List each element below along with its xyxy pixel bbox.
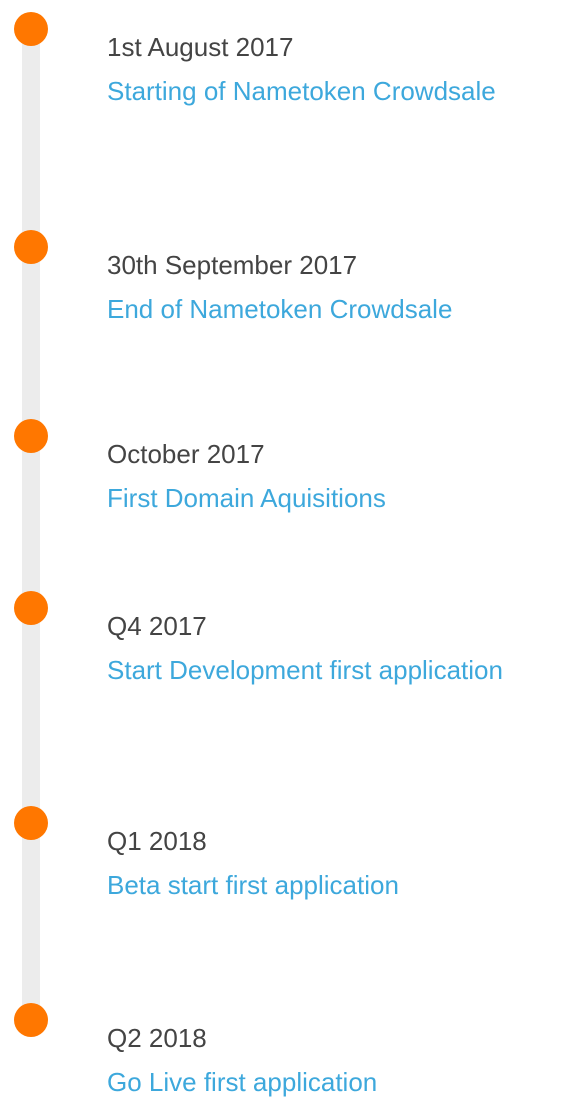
milestone-date: 1st August 2017 [107,32,294,62]
milestone-item: Q4 2017 Start Development first applicat… [0,591,576,685]
milestone-item: October 2017 First Domain Aquisitions [0,419,576,513]
milestone-date: Q1 2018 [107,826,207,856]
milestone-item: Q2 2018 Go Live first application [0,1003,576,1097]
milestone-description: First Domain Aquisitions [107,483,386,513]
roadmap-timeline: 1st August 2017 Starting of Nametoken Cr… [0,0,576,1097]
milestone-item: Q1 2018 Beta start first application [0,806,576,900]
milestone-date: Q4 2017 [107,611,207,641]
milestone-description: Beta start first application [107,870,399,900]
milestone-description: Start Development first application [107,655,503,685]
milestone-dot [14,12,48,46]
milestone-description: Go Live first application [107,1067,378,1097]
milestone-date: October 2017 [107,439,265,469]
milestone-description: Starting of Nametoken Crowdsale [107,76,496,106]
milestone-dot [14,591,48,625]
milestone-dot [14,419,48,453]
milestone-date: 30th September 2017 [107,250,358,280]
milestone-dot [14,1003,48,1037]
milestone-dot [14,230,48,264]
milestone-item: 1st August 2017 Starting of Nametoken Cr… [0,12,576,106]
milestone-date: Q2 2018 [107,1023,207,1053]
milestone-item: 30th September 2017 End of Nametoken Cro… [0,230,576,324]
milestone-dot [14,806,48,840]
milestone-description: End of Nametoken Crowdsale [107,294,453,324]
